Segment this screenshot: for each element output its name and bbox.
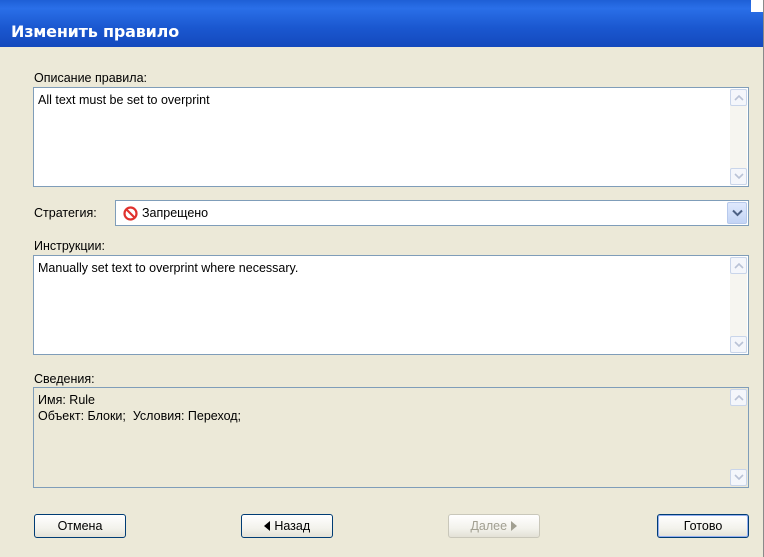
info-line-details: Объект: Блоки; Условия: Переход; bbox=[38, 409, 242, 423]
chevron-up-icon bbox=[734, 94, 744, 101]
description-text: All text must be set to overprint bbox=[38, 93, 210, 107]
title-bar[interactable]: Изменить правило bbox=[0, 0, 763, 47]
description-label: Описание правила: bbox=[34, 71, 148, 85]
triangle-left-icon bbox=[263, 520, 270, 531]
back-button[interactable]: Назад bbox=[241, 514, 333, 538]
done-button[interactable]: Готово bbox=[657, 514, 749, 538]
strategy-select[interactable]: Запрещено bbox=[115, 200, 749, 226]
next-button[interactable]: Далее bbox=[448, 514, 540, 538]
chevron-up-icon bbox=[734, 394, 744, 401]
chevron-up-icon bbox=[734, 262, 744, 269]
scroll-up-button[interactable] bbox=[730, 257, 747, 274]
cancel-button[interactable]: Отмена bbox=[34, 514, 126, 538]
back-button-label: Назад bbox=[274, 519, 311, 533]
chevron-down-icon bbox=[734, 474, 744, 481]
strategy-label: Стратегия: bbox=[34, 206, 97, 220]
info-line-name: Имя: Rule bbox=[38, 393, 96, 407]
next-button-label: Далее bbox=[470, 519, 508, 533]
scroll-up-button[interactable] bbox=[730, 89, 747, 106]
instructions-text: Manually set text to overprint where nec… bbox=[38, 261, 299, 275]
scroll-down-button[interactable] bbox=[730, 469, 747, 486]
strategy-value: Запрещено bbox=[142, 206, 209, 220]
scroll-down-button[interactable] bbox=[730, 336, 747, 353]
scroll-down-button[interactable] bbox=[730, 168, 747, 185]
description-field[interactable]: All text must be set to overprint bbox=[33, 87, 749, 187]
info-scrollbar[interactable] bbox=[730, 389, 747, 486]
info-label: Сведения: bbox=[34, 372, 95, 386]
window-title: Изменить правило bbox=[11, 22, 179, 41]
done-button-label: Готово bbox=[683, 519, 723, 533]
chevron-down-icon bbox=[734, 173, 744, 180]
scroll-up-button[interactable] bbox=[730, 389, 747, 406]
cancel-button-label: Отмена bbox=[57, 519, 103, 533]
dialog-body: Описание правила: All text must be set t… bbox=[0, 47, 763, 557]
prohibited-icon bbox=[123, 206, 138, 221]
instructions-label: Инструкции: bbox=[34, 239, 105, 253]
instructions-field[interactable]: Manually set text to overprint where nec… bbox=[33, 255, 749, 355]
instructions-scrollbar[interactable] bbox=[730, 257, 747, 353]
chevron-down-icon bbox=[732, 209, 743, 217]
info-field: Имя: Rule Объект: Блоки; Условия: Перехо… bbox=[33, 387, 749, 488]
edit-rule-dialog: Изменить правило Описание правила: All t… bbox=[0, 0, 764, 557]
strategy-dropdown-button[interactable] bbox=[727, 202, 747, 224]
chevron-down-icon bbox=[734, 341, 744, 348]
title-bar-corner bbox=[751, 0, 763, 12]
triangle-right-icon bbox=[510, 520, 517, 531]
description-scrollbar[interactable] bbox=[730, 89, 747, 185]
